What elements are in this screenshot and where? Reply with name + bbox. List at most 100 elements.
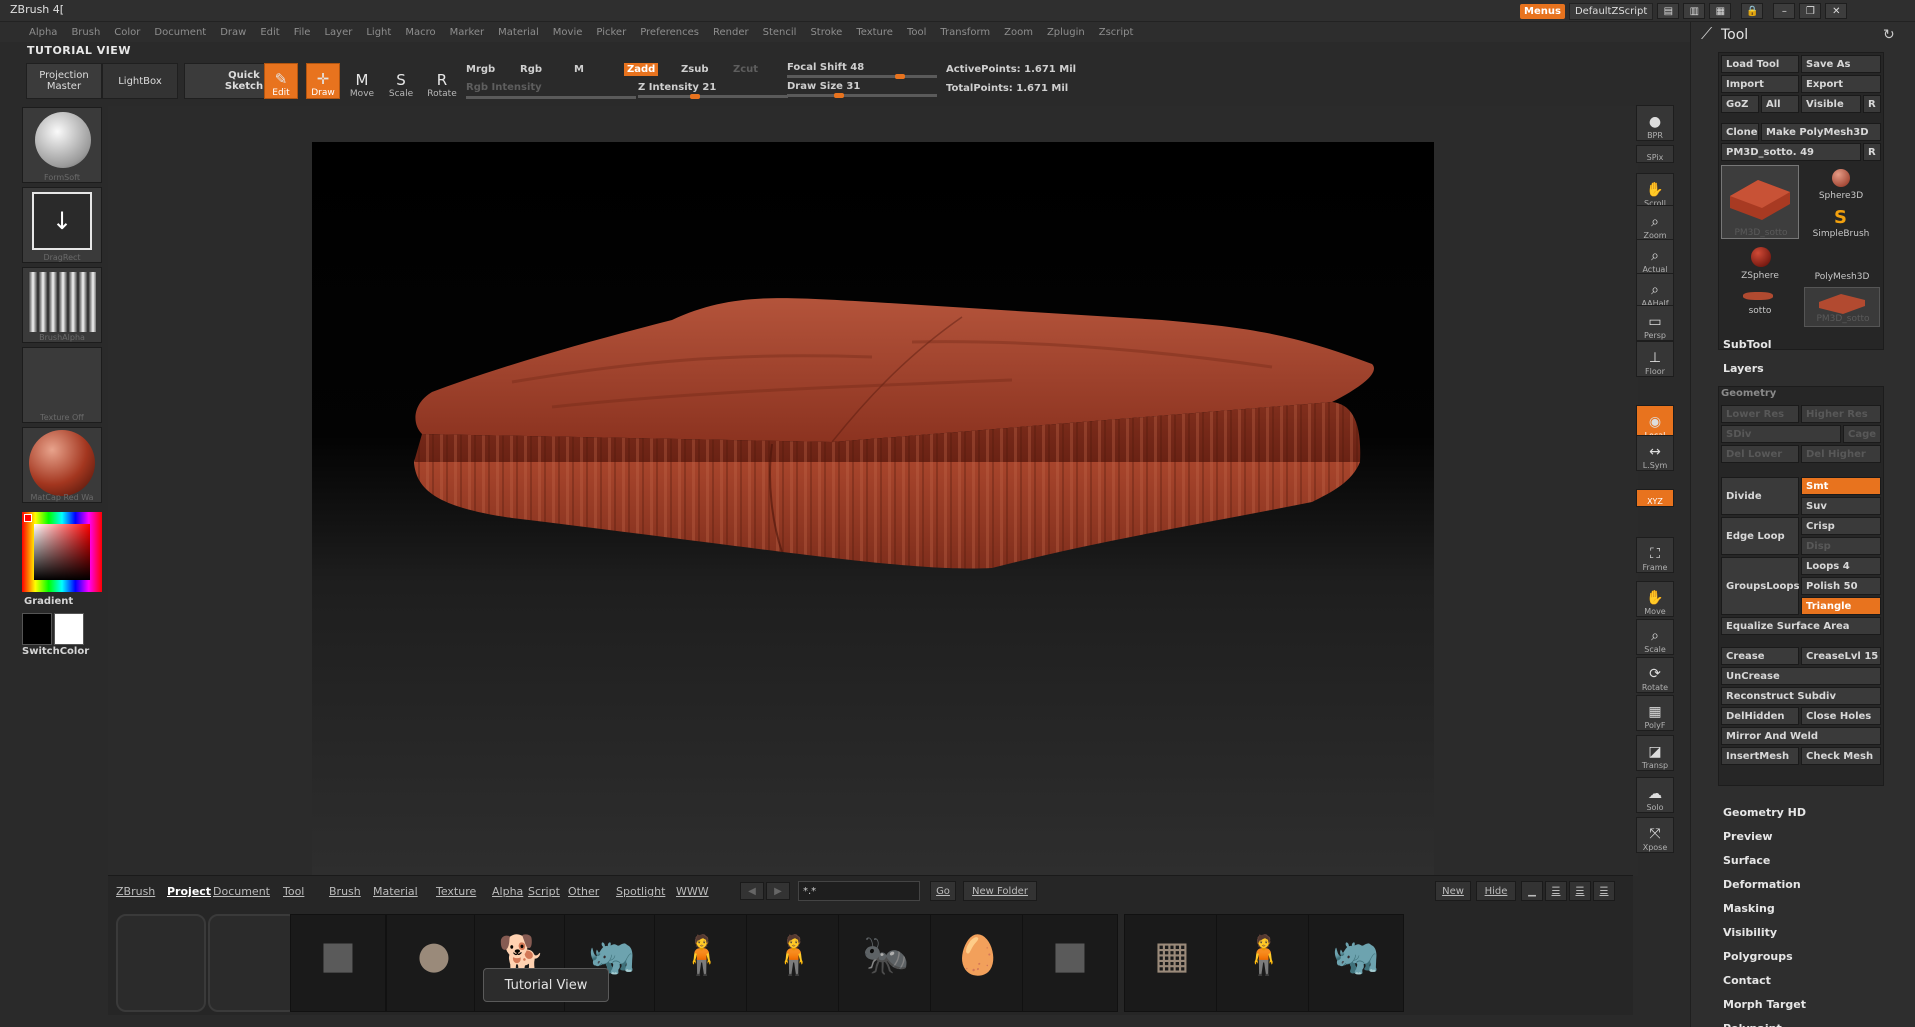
- lightbox-item-cube[interactable]: ■: [1022, 914, 1118, 1012]
- subtool-section[interactable]: SubTool: [1723, 338, 1772, 351]
- menu-color[interactable]: Color: [107, 22, 147, 42]
- lightbox-tab-project[interactable]: Project: [167, 885, 211, 898]
- save-as-button[interactable]: Save As: [1801, 55, 1881, 73]
- layout-two-icon[interactable]: ▥: [1683, 3, 1706, 19]
- lightbox-item-shaded-cube[interactable]: ▦: [1124, 914, 1220, 1012]
- projection-master-button[interactable]: Projection Master: [26, 63, 102, 99]
- menu-stencil[interactable]: Stencil: [756, 22, 804, 42]
- m-button[interactable]: M: [574, 64, 584, 75]
- section-polygroups[interactable]: Polygroups: [1723, 950, 1793, 963]
- lower-res-button[interactable]: Lower Res: [1721, 405, 1799, 423]
- menu-zscript[interactable]: Zscript: [1092, 22, 1141, 42]
- section-geometry-hd[interactable]: Geometry HD: [1723, 806, 1806, 819]
- lock-icon[interactable]: 🔒: [1741, 3, 1764, 19]
- crisp-toggle[interactable]: Crisp: [1801, 517, 1881, 535]
- lightbox-item-folder[interactable]: [208, 914, 298, 1012]
- secondary-color-swatch[interactable]: [54, 613, 84, 645]
- crease-lvl-slider[interactable]: CreaseLvl 15: [1801, 647, 1881, 665]
- divide-button[interactable]: Divide: [1721, 477, 1799, 515]
- menu-material[interactable]: Material: [491, 22, 546, 42]
- section-contact[interactable]: Contact: [1723, 974, 1771, 987]
- menu-render[interactable]: Render: [706, 22, 756, 42]
- focal-shift-knob[interactable]: [895, 74, 905, 79]
- zsub-button[interactable]: Zsub: [681, 64, 708, 75]
- menu-stroke[interactable]: Stroke: [803, 22, 849, 42]
- shelf-xyz-button[interactable]: XYZ: [1636, 489, 1674, 507]
- lightbox-tab-alpha[interactable]: Alpha: [492, 885, 523, 898]
- shelf-solo-button[interactable]: ☁ Solo: [1636, 777, 1674, 813]
- clone-button[interactable]: Clone: [1721, 123, 1759, 141]
- shelf-frame-button[interactable]: ⛶ Frame: [1636, 537, 1674, 573]
- lightbox-item-rhino[interactable]: 🦏: [1308, 914, 1404, 1012]
- zcut-button[interactable]: Zcut: [733, 64, 758, 75]
- menu-marker[interactable]: Marker: [443, 22, 492, 42]
- make-polymesh-button[interactable]: Make PolyMesh3D: [1761, 123, 1881, 141]
- smt-toggle[interactable]: Smt: [1801, 477, 1881, 495]
- menu-macro[interactable]: Macro: [398, 22, 442, 42]
- triangle-toggle[interactable]: Triangle: [1801, 597, 1881, 615]
- shelf-lsym-button[interactable]: ↔ L.Sym: [1636, 435, 1674, 471]
- draw-size-slider[interactable]: Draw Size 31: [787, 81, 860, 92]
- groups-loops-button[interactable]: GroupsLoops: [1721, 557, 1799, 615]
- menu-document[interactable]: Document: [147, 22, 213, 42]
- lightbox-item-man[interactable]: 🧍: [654, 914, 750, 1012]
- main-color-swatch[interactable]: [22, 613, 52, 645]
- edge-loop-button[interactable]: Edge Loop: [1721, 517, 1799, 555]
- active-tool-thumb[interactable]: PM3D_sotto: [1721, 165, 1799, 239]
- z-intensity-slider[interactable]: Z Intensity 21: [638, 82, 716, 93]
- focal-shift-slider[interactable]: Focal Shift 48: [787, 62, 864, 73]
- lightbox-item-man[interactable]: 🧍: [1216, 914, 1312, 1012]
- sdiv-slider[interactable]: SDiv: [1721, 425, 1841, 443]
- menu-file[interactable]: File: [287, 22, 318, 42]
- reconstruct-subdiv-button[interactable]: Reconstruct Subdiv: [1721, 687, 1881, 705]
- zsphere-thumb[interactable]: ZSphere: [1721, 247, 1799, 285]
- layers-section[interactable]: Layers: [1723, 362, 1764, 375]
- shelf-bpr-button[interactable]: ● BPR: [1636, 105, 1674, 141]
- rgb-intensity-slider[interactable]: Rgb Intensity: [466, 82, 542, 93]
- section-masking[interactable]: Masking: [1723, 902, 1775, 915]
- cage-button[interactable]: Cage: [1843, 425, 1881, 443]
- go-button[interactable]: Go: [930, 881, 956, 901]
- section-visibility[interactable]: Visibility: [1723, 926, 1777, 939]
- view-medium-icon[interactable]: ☰: [1545, 881, 1567, 901]
- lightbox-tab-script[interactable]: Script: [528, 885, 560, 898]
- crease-button[interactable]: Crease: [1721, 647, 1799, 665]
- lightbox-item-woman[interactable]: 🧍: [746, 914, 842, 1012]
- disp-slider[interactable]: Disp: [1801, 537, 1881, 555]
- shelf-scale-button[interactable]: ⌕ Scale: [1636, 619, 1674, 655]
- default-zscript-button[interactable]: DefaultZScript: [1568, 2, 1654, 20]
- shelf-aahalf-button[interactable]: ⌕ AAHalf: [1636, 273, 1674, 309]
- saturation-square[interactable]: [34, 524, 90, 580]
- view-large-icon[interactable]: ☰: [1569, 881, 1591, 901]
- section-polypaint[interactable]: Polypaint: [1723, 1022, 1782, 1027]
- menu-brush[interactable]: Brush: [64, 22, 107, 42]
- menu-layer[interactable]: Layer: [317, 22, 359, 42]
- goz-r-button[interactable]: R: [1863, 95, 1881, 113]
- lightbox-tab-www[interactable]: WWW: [676, 885, 709, 898]
- lightbox-item-ant[interactable]: 🐜: [838, 914, 934, 1012]
- shelf-polyf-button[interactable]: ▦ PolyF: [1636, 695, 1674, 731]
- delhidden-button[interactable]: DelHidden: [1721, 707, 1799, 725]
- restore-icon[interactable]: ❐: [1799, 3, 1822, 19]
- shelf-spix-button[interactable]: SPix: [1636, 145, 1674, 163]
- lightbox-tab-texture[interactable]: Texture: [436, 885, 476, 898]
- lightbox-search-input[interactable]: [798, 881, 920, 901]
- lightbox-tab-document[interactable]: Document: [213, 885, 270, 898]
- lightbox-tab-zbrush[interactable]: ZBrush: [116, 885, 155, 898]
- lightbox-tab-material[interactable]: Material: [373, 885, 418, 898]
- menu-draw[interactable]: Draw: [213, 22, 253, 42]
- lightbox-item-egg[interactable]: 🥚: [930, 914, 1026, 1012]
- layout-three-icon[interactable]: ▦: [1709, 3, 1732, 19]
- menu-transform[interactable]: Transform: [933, 22, 997, 42]
- lightbox-tab-spotlight[interactable]: Spotlight: [616, 885, 665, 898]
- goz-button[interactable]: GoZ: [1721, 95, 1759, 113]
- mrgb-button[interactable]: Mrgb: [466, 64, 495, 75]
- scale-button[interactable]: S Scale: [384, 63, 418, 99]
- goz-all-button[interactable]: All: [1761, 95, 1799, 113]
- insertmesh-button[interactable]: InsertMesh: [1721, 747, 1799, 765]
- shelf-scroll-button[interactable]: ✋ Scroll: [1636, 173, 1674, 209]
- menu-texture[interactable]: Texture: [849, 22, 900, 42]
- close-icon[interactable]: ✕: [1825, 3, 1848, 19]
- visible-button[interactable]: Visible: [1801, 95, 1861, 113]
- stroke-selector[interactable]: ↓ DragRect: [22, 187, 102, 263]
